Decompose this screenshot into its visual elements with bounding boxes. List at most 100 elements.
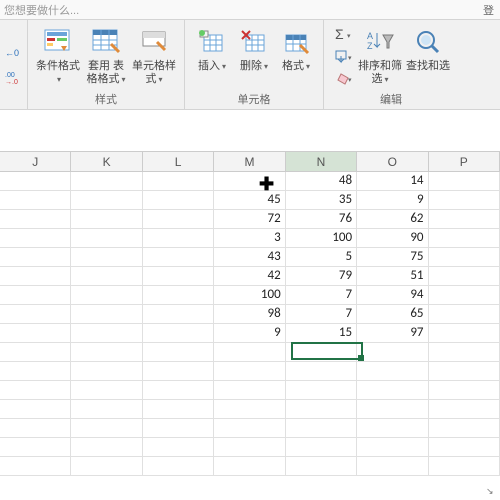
cell[interactable] bbox=[429, 419, 500, 438]
cell[interactable] bbox=[429, 438, 500, 457]
cell[interactable] bbox=[0, 286, 71, 305]
cell[interactable] bbox=[143, 343, 214, 362]
cell[interactable] bbox=[429, 210, 500, 229]
cell-styles-button[interactable]: 单元格样式▾ bbox=[130, 22, 178, 91]
cell[interactable] bbox=[71, 324, 142, 343]
cell[interactable]: 14 bbox=[357, 172, 428, 191]
cell[interactable]: 48 bbox=[286, 172, 357, 191]
cell[interactable] bbox=[357, 343, 428, 362]
column-header[interactable]: O bbox=[357, 152, 428, 171]
cell[interactable]: 51 bbox=[357, 267, 428, 286]
cell[interactable] bbox=[71, 286, 142, 305]
cell[interactable] bbox=[429, 191, 500, 210]
cell[interactable]: 15 bbox=[286, 324, 357, 343]
cell[interactable]: 45 bbox=[214, 191, 285, 210]
cell[interactable] bbox=[286, 343, 357, 362]
cell[interactable] bbox=[0, 362, 71, 381]
column-header[interactable]: P bbox=[429, 152, 500, 171]
cell[interactable] bbox=[71, 248, 142, 267]
cell[interactable] bbox=[429, 248, 500, 267]
cell[interactable]: 98 bbox=[214, 305, 285, 324]
login-link[interactable]: 登 bbox=[483, 2, 494, 18]
cell[interactable] bbox=[214, 419, 285, 438]
column-headers[interactable]: JKLMNOP bbox=[0, 152, 500, 172]
cell[interactable] bbox=[0, 343, 71, 362]
cell[interactable] bbox=[143, 457, 214, 476]
cell[interactable]: 100 bbox=[214, 286, 285, 305]
cell[interactable] bbox=[143, 210, 214, 229]
cell[interactable] bbox=[357, 457, 428, 476]
column-header[interactable]: J bbox=[0, 152, 71, 171]
cell[interactable] bbox=[0, 381, 71, 400]
cell[interactable]: 35 bbox=[286, 191, 357, 210]
cell[interactable]: 43 bbox=[214, 248, 285, 267]
find-select-button[interactable]: 查找和选 bbox=[404, 22, 452, 91]
cell[interactable] bbox=[286, 419, 357, 438]
cell[interactable] bbox=[143, 229, 214, 248]
cell[interactable]: 42 bbox=[214, 267, 285, 286]
cell[interactable] bbox=[0, 191, 71, 210]
cell[interactable] bbox=[0, 229, 71, 248]
cell[interactable]: 7 bbox=[286, 286, 357, 305]
cell[interactable] bbox=[214, 400, 285, 419]
cell[interactable] bbox=[214, 381, 285, 400]
cell[interactable] bbox=[214, 457, 285, 476]
cell[interactable]: 100 bbox=[286, 229, 357, 248]
cell[interactable]: 9 bbox=[357, 191, 428, 210]
cell[interactable]: 62 bbox=[357, 210, 428, 229]
cell[interactable] bbox=[0, 210, 71, 229]
cell[interactable]: 76 bbox=[286, 210, 357, 229]
cell[interactable] bbox=[0, 172, 71, 191]
cell[interactable] bbox=[71, 210, 142, 229]
cell[interactable] bbox=[429, 172, 500, 191]
clear-button[interactable]: ▾ bbox=[332, 68, 354, 88]
cell[interactable] bbox=[357, 362, 428, 381]
cell[interactable] bbox=[143, 400, 214, 419]
cell[interactable] bbox=[71, 419, 142, 438]
cell[interactable] bbox=[357, 400, 428, 419]
cell[interactable] bbox=[357, 381, 428, 400]
cell[interactable] bbox=[143, 267, 214, 286]
fill-button[interactable]: ▾ bbox=[332, 46, 354, 66]
cell[interactable] bbox=[429, 305, 500, 324]
spreadsheet-grid[interactable]: JKLMNOP 48144535972766231009043575427951… bbox=[0, 152, 500, 476]
cell[interactable] bbox=[286, 362, 357, 381]
conditional-format-button[interactable]: 条件格式▾ bbox=[34, 22, 82, 91]
insert-button[interactable]: 插入▾ bbox=[191, 22, 233, 91]
cell[interactable] bbox=[71, 229, 142, 248]
cell[interactable] bbox=[214, 438, 285, 457]
cell[interactable] bbox=[429, 362, 500, 381]
cell[interactable] bbox=[143, 362, 214, 381]
cell[interactable] bbox=[429, 267, 500, 286]
cell[interactable] bbox=[429, 400, 500, 419]
cell[interactable] bbox=[429, 343, 500, 362]
cell[interactable] bbox=[71, 267, 142, 286]
increase-decimal-button[interactable]: ←0 bbox=[3, 42, 25, 62]
decrease-decimal-button[interactable]: .00→.0 bbox=[3, 68, 25, 88]
cell[interactable] bbox=[143, 286, 214, 305]
cell[interactable] bbox=[214, 172, 285, 191]
cell[interactable] bbox=[357, 438, 428, 457]
cell[interactable] bbox=[71, 438, 142, 457]
grid-rows[interactable]: 4814453597276623100904357542795110079498… bbox=[0, 172, 500, 476]
cell[interactable] bbox=[0, 248, 71, 267]
cell[interactable] bbox=[0, 324, 71, 343]
format-table-button[interactable]: 套用 表格格式▾ bbox=[82, 22, 130, 91]
cell[interactable] bbox=[143, 305, 214, 324]
cell[interactable] bbox=[429, 381, 500, 400]
cell[interactable]: 72 bbox=[214, 210, 285, 229]
cell[interactable] bbox=[286, 400, 357, 419]
column-header[interactable]: M bbox=[214, 152, 285, 171]
cell[interactable] bbox=[286, 381, 357, 400]
cell[interactable] bbox=[214, 362, 285, 381]
cell[interactable] bbox=[0, 457, 71, 476]
tell-me-bar[interactable]: 您想要做什么... 登 bbox=[0, 0, 500, 20]
cell[interactable] bbox=[286, 438, 357, 457]
number-launcher-icon[interactable]: ↘ bbox=[486, 486, 498, 498]
cell[interactable] bbox=[71, 457, 142, 476]
cell[interactable]: 9 bbox=[214, 324, 285, 343]
cell[interactable] bbox=[71, 381, 142, 400]
cell[interactable] bbox=[0, 305, 71, 324]
cell[interactable]: 65 bbox=[357, 305, 428, 324]
formula-bar-area[interactable] bbox=[0, 110, 500, 152]
